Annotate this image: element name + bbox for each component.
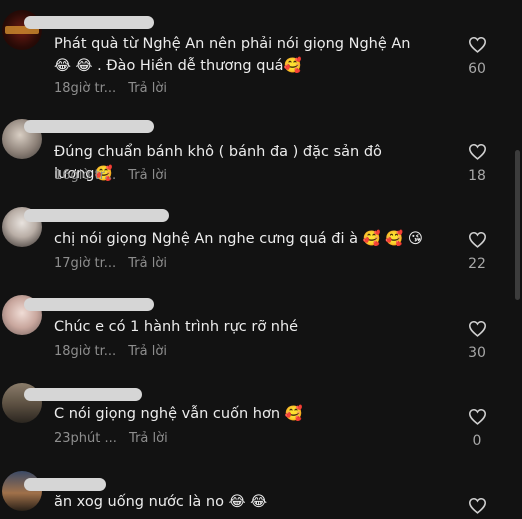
- avatar[interactable]: [2, 471, 42, 511]
- like-group: 60: [462, 36, 492, 77]
- like-group: 0: [462, 408, 492, 449]
- comment-meta: 23phút ... Trả lời: [54, 431, 168, 446]
- comment-text: C nói giọng nghệ vẫn cuốn hơn 🥰: [54, 406, 303, 422]
- heart-icon[interactable]: [468, 320, 487, 337]
- username-redacted: [24, 209, 169, 222]
- username-redacted: [24, 388, 142, 401]
- like-group: 22: [462, 231, 492, 272]
- like-group: 30: [462, 320, 492, 361]
- like-group: [462, 497, 492, 514]
- comment-text: chị nói giọng Nghệ An nghe cưng quá đi à…: [54, 231, 424, 247]
- comment-text: Phát quà từ Nghệ An nên phải nói giọng N…: [54, 36, 411, 74]
- comment-time: 23phút ...: [54, 431, 117, 446]
- reply-button[interactable]: Trả lời: [129, 431, 168, 446]
- comment-item: Chúc e có 1 hành trình rực rỡ nhé 18giờ …: [0, 285, 505, 375]
- reply-button[interactable]: Trả lời: [128, 81, 167, 96]
- username-redacted: [24, 478, 106, 491]
- reply-button[interactable]: Trả lời: [128, 256, 167, 271]
- heart-icon[interactable]: [468, 231, 487, 248]
- reply-button[interactable]: Trả lời: [128, 168, 167, 183]
- comment-time: 16giờ tr...: [54, 168, 117, 183]
- username-redacted: [24, 120, 154, 133]
- comment-item: C nói giọng nghệ vẫn cuốn hơn 🥰 23phút .…: [0, 375, 505, 465]
- scrollbar[interactable]: [512, 0, 522, 519]
- username-redacted: [24, 298, 154, 311]
- comment-text: Chúc e có 1 hành trình rực rỡ nhé: [54, 319, 299, 335]
- like-count: 30: [468, 345, 486, 361]
- comment-meta: 18giờ tr... Trả lời: [54, 81, 167, 96]
- comment-meta: 16giờ tr... Trả lời: [54, 168, 167, 183]
- like-count: 22: [468, 256, 486, 272]
- comment-item: chị nói giọng Nghệ An nghe cưng quá đi à…: [0, 195, 505, 285]
- comment-item: Phát quà từ Nghệ An nên phải nói giọng N…: [0, 0, 505, 100]
- comment-item: ăn xog uống nước là no 😂 😂: [0, 465, 505, 519]
- like-count: 0: [472, 433, 482, 449]
- heart-icon[interactable]: [468, 408, 487, 425]
- heart-icon[interactable]: [468, 143, 487, 160]
- comment-time: 18giờ tr...: [54, 81, 117, 96]
- heart-icon[interactable]: [468, 497, 487, 514]
- like-group: 18: [462, 143, 492, 184]
- comment-meta: 18giờ tr... Trả lời: [54, 344, 167, 359]
- like-count: 60: [468, 61, 486, 77]
- comment-meta: 17giờ tr... Trả lời: [54, 256, 167, 271]
- comment-time: 18giờ tr...: [54, 344, 117, 359]
- comment-text: ăn xog uống nước là no 😂 😂: [54, 494, 268, 510]
- comment-time: 17giờ tr...: [54, 256, 117, 271]
- username-redacted: [24, 16, 154, 29]
- comment-item: Đúng chuẩn bánh khô ( bánh đa ) đặc sản …: [0, 105, 505, 195]
- reply-button[interactable]: Trả lời: [128, 344, 167, 359]
- scrollbar-thumb[interactable]: [515, 150, 520, 300]
- heart-icon[interactable]: [468, 36, 487, 53]
- like-count: 18: [468, 168, 486, 184]
